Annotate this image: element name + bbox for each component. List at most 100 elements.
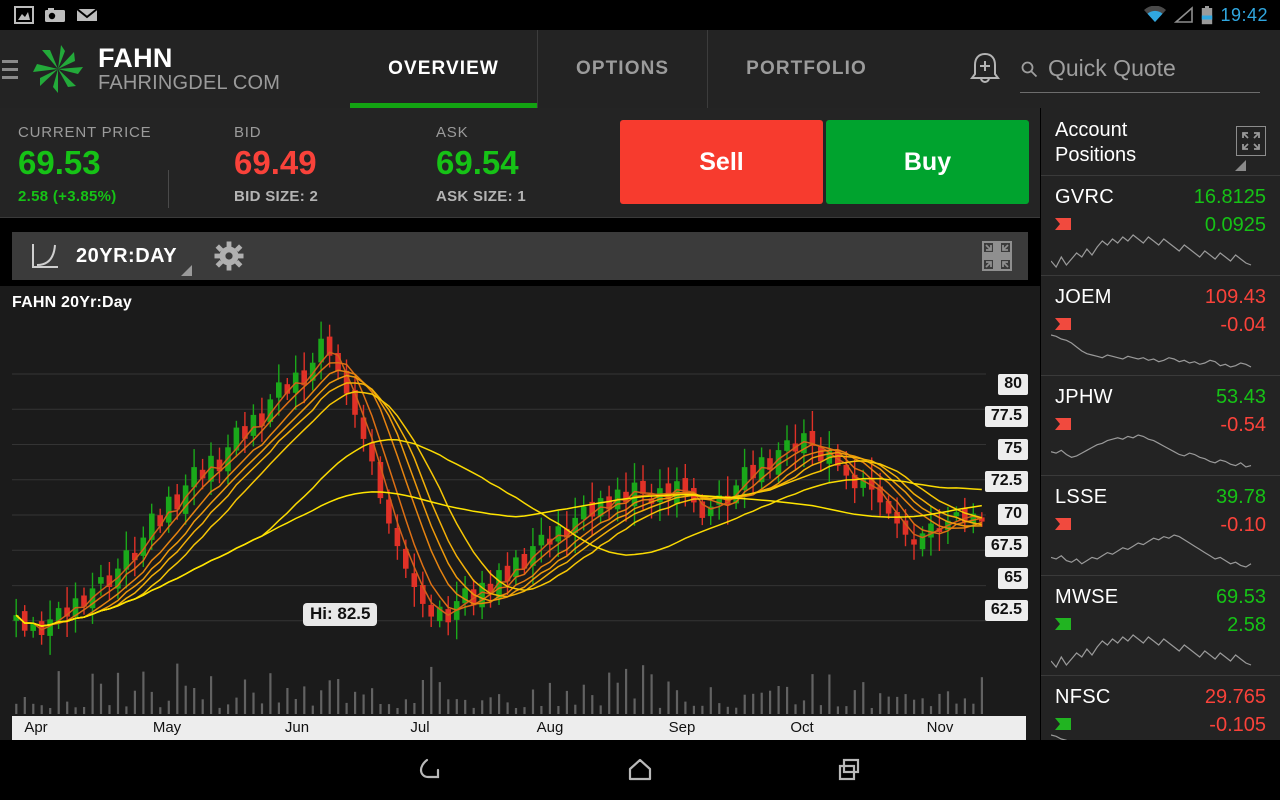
caret-down-icon[interactable] — [1235, 160, 1246, 171]
y-axis-tick: 65 — [998, 568, 1028, 589]
hamburger-icon[interactable] — [0, 30, 26, 108]
ask-value: 69.54 — [436, 144, 519, 181]
position-flag-icon — [1055, 218, 1071, 230]
y-axis-tick: 75 — [998, 439, 1028, 460]
mail-icon — [76, 8, 98, 21]
expand-outward-icon[interactable] — [1236, 126, 1266, 156]
caret-down-icon[interactable] — [181, 265, 193, 276]
y-axis-tick: 72.5 — [984, 471, 1028, 492]
position-last-price: 69.53 — [1215, 586, 1266, 608]
position-row[interactable]: JOEM 109.43 -0.04 — [1041, 276, 1280, 376]
x-axis: Apr May Jun Jul Aug Sep Oct Nov — [12, 716, 1026, 740]
tab-overview[interactable]: OVERVIEW — [350, 30, 537, 108]
position-row[interactable]: LSSE 39.78 -0.10 — [1041, 476, 1280, 576]
position-symbol: JPHW — [1055, 386, 1113, 408]
current-price-change: 2.58 (+3.85%) — [18, 188, 117, 205]
gear-icon[interactable] — [214, 241, 244, 271]
recent-apps-icon[interactable] — [832, 755, 866, 785]
position-flag-icon — [1055, 318, 1071, 330]
position-symbol: JOEM — [1055, 286, 1112, 308]
buy-button[interactable]: Buy — [826, 120, 1029, 204]
price-chart-panel[interactable]: FAHN 20Yr:Day Hi: 82.5 80 77.5 75 72.5 7… — [0, 286, 1040, 740]
sell-button[interactable]: Sell — [620, 120, 823, 204]
position-last-price: 29.765 — [1204, 686, 1266, 708]
x-axis-tick: May — [152, 719, 182, 736]
position-symbol: MWSE — [1055, 586, 1119, 608]
android-nav-bar — [0, 740, 1280, 800]
positions-list[interactable]: GVRC 16.8125 0.0925 JOEM 109.43 -0.04 JPHW 53.4… — [1041, 176, 1280, 740]
brand-block: FAHN FAHRINGDEL COM — [98, 44, 280, 93]
ask-size: ASK SIZE: 1 — [436, 188, 526, 205]
bid-size: BID SIZE: 2 — [234, 188, 319, 205]
search-icon — [1021, 61, 1038, 77]
position-symbol: GVRC — [1055, 186, 1114, 208]
position-last-price: 53.43 — [1215, 386, 1266, 408]
battery-icon — [1202, 5, 1213, 24]
collapse-inward-icon[interactable] — [982, 241, 1012, 271]
y-axis-tick: 62.5 — [984, 600, 1028, 621]
y-axis-tick: 77.5 — [984, 406, 1028, 427]
back-arrow-icon[interactable] — [414, 755, 448, 785]
position-last-price: 16.8125 — [1193, 186, 1266, 208]
x-axis-tick: Nov — [926, 719, 954, 736]
current-price-label: CURRENT PRICE — [18, 124, 152, 141]
status-system-icons: 19:42 — [1143, 5, 1280, 26]
signal-icon — [1174, 6, 1194, 23]
chart-range-label[interactable]: 20YR:DAY — [76, 245, 177, 268]
position-symbol: NFSC — [1055, 686, 1111, 708]
position-sparkline — [1051, 534, 1252, 568]
fahn-starburst-logo — [30, 41, 86, 97]
x-axis-tick: Aug — [536, 719, 564, 736]
position-sparkline — [1051, 434, 1252, 468]
position-row[interactable]: NFSC 29.765 -0.105 — [1041, 676, 1280, 740]
home-icon[interactable] — [623, 755, 657, 785]
x-axis-tick: Oct — [790, 719, 814, 736]
account-positions-sidebar[interactable]: Account Positions GVRC 16.8125 0.0925 JOEM 1… — [1040, 108, 1280, 740]
tab-options[interactable]: OPTIONS — [536, 30, 707, 108]
chart-high-annotation: Hi: 82.5 — [303, 603, 378, 626]
position-row[interactable]: MWSE 69.53 2.58 — [1041, 576, 1280, 676]
position-sparkline — [1051, 634, 1252, 669]
position-flag-icon — [1055, 518, 1071, 530]
tab-portfolio[interactable]: PORTFOLIO — [707, 30, 905, 108]
line-chart-icon[interactable] — [30, 242, 60, 270]
position-last-price: 39.78 — [1215, 486, 1266, 508]
bid-block: BID 69.49 BID SIZE: 2 — [234, 124, 318, 205]
chart-canvas — [12, 321, 986, 714]
sidebar-header[interactable]: Account Positions — [1041, 108, 1280, 176]
bell-plus-icon[interactable] — [950, 30, 1020, 108]
y-axis-tick: 70 — [998, 504, 1028, 525]
x-axis-tick: Jun — [284, 719, 310, 736]
bid-label: BID — [234, 124, 262, 141]
position-flag-icon — [1055, 718, 1071, 730]
brand-symbol: FAHN — [98, 43, 173, 74]
position-row[interactable]: JPHW 53.43 -0.54 — [1041, 376, 1280, 476]
x-axis-tick: Sep — [668, 719, 696, 736]
position-row[interactable]: GVRC 16.8125 0.0925 — [1041, 176, 1280, 276]
ask-label: ASK — [436, 124, 469, 141]
position-symbol: LSSE — [1055, 486, 1108, 508]
x-axis-tick: Apr — [24, 719, 48, 736]
x-axis-tick: Jul — [410, 719, 430, 736]
sidebar-title-line1: Account — [1055, 119, 1128, 141]
position-sparkline — [1051, 734, 1068, 740]
image-icon — [14, 6, 34, 24]
sidebar-title-line2: Positions — [1055, 144, 1137, 166]
current-price-block: CURRENT PRICE 69.53 2.58 (+3.85%) — [18, 124, 151, 205]
bid-value: 69.49 — [234, 144, 317, 181]
current-price-value: 69.53 — [18, 144, 101, 181]
chart-title: FAHN 20Yr:Day — [12, 294, 132, 311]
android-status-bar: 19:42 — [0, 0, 1280, 30]
search-input[interactable]: Quick Quote — [1020, 45, 1260, 93]
main-tabs: OVERVIEW OPTIONS PORTFOLIO — [350, 30, 905, 108]
position-sparkline — [1051, 234, 1252, 269]
position-flag-icon — [1055, 618, 1071, 630]
y-axis-tick: 80 — [998, 374, 1028, 395]
search-placeholder: Quick Quote — [1048, 55, 1176, 81]
ask-block: ASK 69.54 ASK SIZE: 1 — [436, 124, 526, 205]
chart-toolbar: 20YR:DAY — [12, 232, 1028, 280]
y-axis-tick: 67.5 — [984, 536, 1028, 557]
divider — [168, 170, 169, 208]
status-clock: 19:42 — [1220, 4, 1268, 25]
wifi-icon — [1144, 6, 1167, 22]
